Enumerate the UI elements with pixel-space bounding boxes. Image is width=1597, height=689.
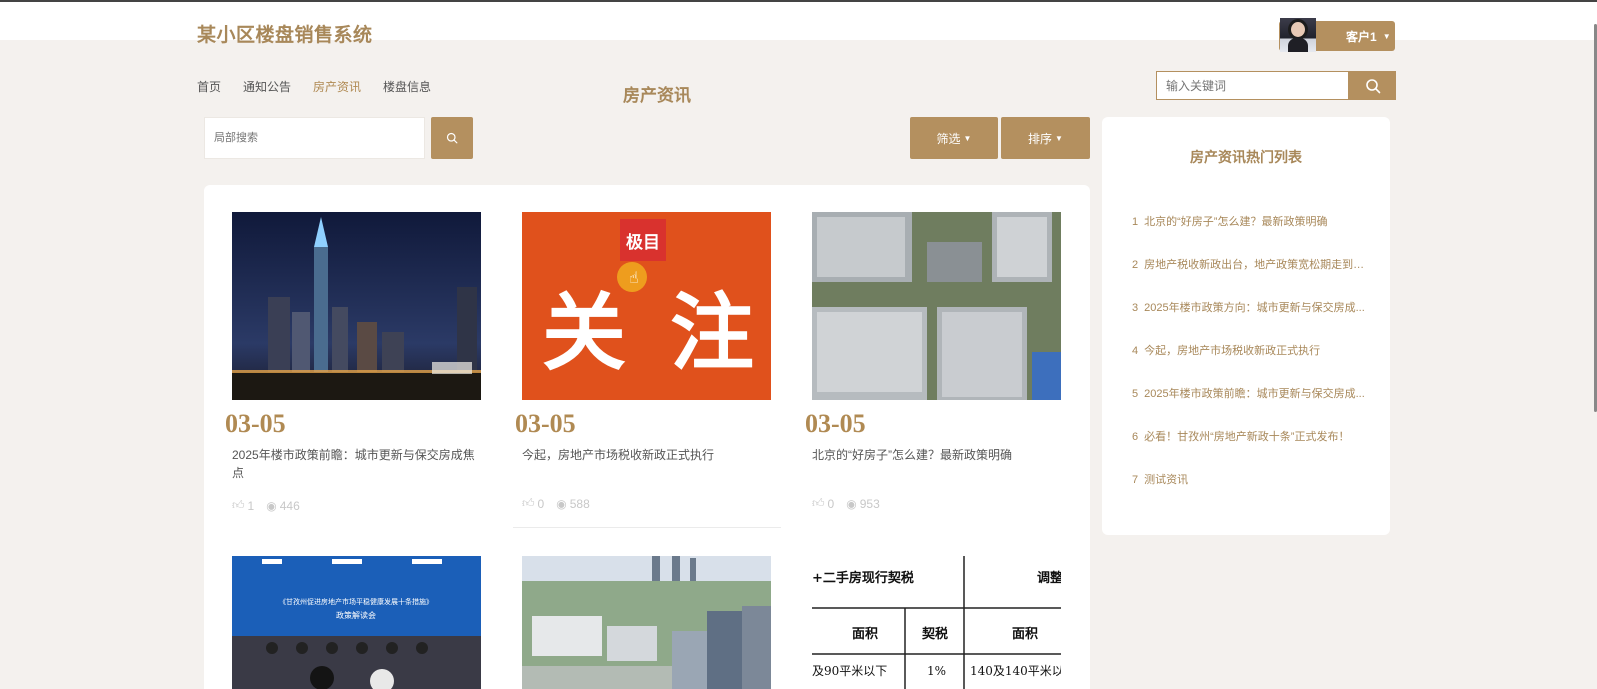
table-header-right: 调整 bbox=[1037, 570, 1061, 586]
main-nav: 首页 通知公告 房产资讯 楼盘信息 bbox=[197, 78, 453, 95]
user-menu-button[interactable]: 客户1 ▼ bbox=[1279, 18, 1395, 52]
search-button[interactable] bbox=[1349, 71, 1396, 100]
card-image-policy-meeting[interactable]: 《甘孜州促进房地产市场平稳健康发展十条措施》 政策解读会 bbox=[232, 556, 481, 689]
sidebar-title: 房产资讯热门列表 bbox=[1190, 149, 1302, 165]
orange-big-left: 关 bbox=[542, 284, 626, 382]
thumbs-up-icon[interactable]: 👍︎ bbox=[232, 498, 245, 513]
table-col-tax: 契税 bbox=[921, 626, 948, 642]
table-col-area2: 面积 bbox=[1012, 626, 1038, 642]
avatar bbox=[1280, 18, 1316, 52]
sidebar-item[interactable]: 4 今起，房地产市场税收新政正式执行 bbox=[1132, 342, 1372, 385]
nav-item-notices[interactable]: 通知公告 bbox=[243, 78, 291, 95]
item-text: 必看！甘孜州“房地产新政十条”正式发布！ bbox=[1144, 431, 1350, 443]
search-icon bbox=[446, 132, 458, 144]
card-date: 03-05 bbox=[805, 409, 866, 438]
card-divider bbox=[513, 527, 781, 528]
table-row1-area2: 140及140平米以 bbox=[970, 664, 1061, 678]
item-number: 6 bbox=[1132, 431, 1139, 443]
card-image-city-night[interactable] bbox=[232, 212, 481, 400]
table-col-area: 面积 bbox=[852, 626, 878, 642]
item-number: 2 bbox=[1132, 259, 1139, 271]
search-icon bbox=[1365, 78, 1380, 93]
card-title[interactable]: 北京的“好房子”怎么建？最新政策明确 bbox=[812, 446, 1057, 464]
nav-item-home[interactable]: 首页 bbox=[197, 78, 221, 95]
card-title[interactable]: 今起，房地产市场税收新政正式执行 bbox=[522, 446, 767, 464]
sort-button[interactable]: 排序 ▼ bbox=[1001, 117, 1090, 159]
sidebar-item[interactable]: 2 房地产税收新政出台，地产政策宽松期走到哪... bbox=[1132, 256, 1372, 299]
like-count: 0 bbox=[537, 496, 545, 511]
thumbs-up-icon[interactable]: 👍︎ bbox=[522, 496, 535, 511]
item-number: 4 bbox=[1132, 345, 1139, 357]
caret-down-icon: ▼ bbox=[1055, 133, 1063, 143]
card-title[interactable]: 2025年楼市政策前瞻：城市更新与保交房成焦点 bbox=[232, 446, 477, 482]
nav-item-properties[interactable]: 楼盘信息 bbox=[383, 78, 431, 95]
card-stats: 👍︎ 0 ◉ 953 bbox=[812, 496, 880, 511]
view-count: 588 bbox=[569, 496, 590, 511]
sidebar-item[interactable]: 5 2025年楼市政策前瞻：城市更新与保交房成... bbox=[1132, 385, 1372, 428]
filter-label: 筛选 bbox=[936, 131, 961, 146]
table-header-left: +二手房现行契税 bbox=[812, 570, 914, 586]
item-text: 房地产税收新政出台，地产政策宽松期走到哪... bbox=[1144, 259, 1372, 271]
table-row1-area: 及90平米以下 bbox=[812, 664, 887, 678]
view-count: 446 bbox=[279, 498, 300, 513]
item-number: 3 bbox=[1132, 302, 1139, 314]
item-text: 2025年楼市政策前瞻：城市更新与保交房成... bbox=[1144, 388, 1365, 400]
sort-label: 排序 bbox=[1028, 131, 1053, 146]
card-image-residential-towers[interactable] bbox=[812, 212, 1061, 400]
user-name: 客户1 bbox=[1346, 29, 1377, 44]
local-search-button[interactable] bbox=[431, 117, 473, 159]
item-text: 今起，房地产市场税收新政正式执行 bbox=[1144, 345, 1321, 357]
table-row1-tax: 1% bbox=[927, 664, 946, 678]
item-text: 测试资讯 bbox=[1144, 474, 1189, 486]
orange-big-right: 注 bbox=[670, 284, 754, 382]
eye-icon: ◉ bbox=[556, 496, 567, 511]
card-image-city-aerial[interactable] bbox=[522, 556, 771, 689]
card-image-focus-banner[interactable]: 极目 关 注 bbox=[522, 212, 771, 400]
view-count: 953 bbox=[859, 496, 880, 511]
eye-icon: ◉ bbox=[266, 498, 277, 513]
item-number: 5 bbox=[1132, 388, 1139, 400]
nav-item-news[interactable]: 房产资讯 bbox=[313, 78, 361, 95]
page-title: 房产资讯 bbox=[623, 86, 691, 105]
sidebar-item[interactable]: 6 必看！甘孜州“房地产新政十条”正式发布！ bbox=[1132, 428, 1372, 471]
card-date: 03-05 bbox=[225, 409, 286, 438]
sidebar-item[interactable]: 1 北京的“好房子”怎么建？最新政策明确 bbox=[1132, 213, 1372, 256]
caret-down-icon: ▼ bbox=[963, 133, 972, 143]
item-number: 7 bbox=[1132, 474, 1139, 486]
item-text: 2025年楼市政策方向：城市更新与保交房成... bbox=[1144, 302, 1365, 314]
card-image-tax-table[interactable]: +二手房现行契税 调整 面积 契税 面积 及90平米以下 1% 140及140平… bbox=[812, 556, 1061, 689]
like-count: 1 bbox=[247, 498, 255, 513]
sidebar-item[interactable]: 3 2025年楼市政策方向：城市更新与保交房成... bbox=[1132, 299, 1372, 342]
sidebar-item[interactable]: 7 测试资讯 bbox=[1132, 471, 1372, 514]
search-input[interactable] bbox=[1156, 71, 1349, 100]
card-stats: 👍︎ 1 ◉ 446 bbox=[232, 498, 300, 513]
top-search bbox=[1156, 71, 1396, 100]
filter-button[interactable]: 筛选 ▼ bbox=[910, 117, 998, 159]
caret-down-icon: ▼ bbox=[1382, 31, 1391, 41]
hand-cursor-icon: ☝ bbox=[629, 270, 639, 287]
site-title: 某小区楼盘销售系统 bbox=[197, 25, 373, 46]
meeting-banner-line2: 政策解读会 bbox=[336, 610, 376, 620]
thumbs-up-icon[interactable]: 👍︎ bbox=[812, 496, 825, 511]
meeting-banner-line1: 《甘孜州促进房地产市场平稳健康发展十条措施》 bbox=[279, 597, 433, 606]
hot-news-sidebar: 房产资讯热门列表 1 北京的“好房子”怎么建？最新政策明确 2 房地产税收新政出台，… bbox=[1102, 117, 1390, 535]
card-stats: 👍︎ 0 ◉ 588 bbox=[522, 496, 590, 511]
hot-news-list: 1 北京的“好房子”怎么建？最新政策明确 2 房地产税收新政出台，地产政策宽松期走到… bbox=[1132, 213, 1372, 514]
like-count: 0 bbox=[827, 496, 835, 511]
orange-logo-text: 极目 bbox=[626, 233, 660, 253]
item-text: 北京的“好房子”怎么建？最新政策明确 bbox=[1144, 216, 1328, 228]
eye-icon: ◉ bbox=[846, 496, 857, 511]
item-number: 1 bbox=[1132, 216, 1139, 228]
card-date: 03-05 bbox=[515, 409, 576, 438]
local-search-input[interactable] bbox=[204, 117, 425, 159]
